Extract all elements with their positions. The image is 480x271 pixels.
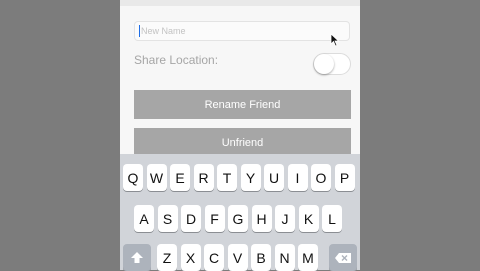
shift-key[interactable]	[123, 244, 151, 271]
key-a[interactable]: A	[134, 205, 154, 232]
key-b[interactable]: B	[251, 244, 271, 271]
key-s[interactable]: S	[157, 205, 178, 232]
key-m[interactable]: M	[298, 244, 318, 271]
key-n[interactable]: N	[274, 244, 295, 271]
on-screen-keyboard: QWERTYUIOP ASDFGHJKL ZXCVBNM	[120, 154, 360, 271]
key-f[interactable]: F	[204, 205, 225, 232]
rename-friend-button[interactable]: Rename Friend	[134, 90, 351, 119]
key-q[interactable]: Q	[123, 164, 143, 191]
unfriend-button[interactable]: Unfriend	[134, 128, 351, 157]
share-location-label: Share Location:	[134, 53, 219, 67]
key-x[interactable]: X	[180, 244, 201, 271]
key-y[interactable]: Y	[240, 164, 261, 191]
new-name-input[interactable]	[134, 21, 350, 41]
key-o[interactable]: O	[311, 164, 331, 191]
key-w[interactable]: W	[146, 164, 167, 191]
key-d[interactable]: D	[181, 205, 201, 232]
key-p[interactable]: P	[334, 164, 355, 191]
toggle-knob	[314, 54, 334, 74]
key-u[interactable]: U	[264, 164, 284, 191]
key-t[interactable]: T	[217, 164, 237, 191]
delete-key[interactable]	[329, 244, 357, 271]
key-c[interactable]: C	[204, 244, 224, 271]
key-z[interactable]: Z	[157, 244, 177, 271]
key-e[interactable]: E	[170, 164, 190, 191]
key-j[interactable]: J	[275, 205, 295, 232]
key-v[interactable]: V	[227, 244, 248, 271]
key-h[interactable]: H	[251, 205, 272, 232]
key-k[interactable]: K	[298, 205, 319, 232]
share-location-toggle[interactable]	[313, 53, 351, 75]
key-r[interactable]: R	[193, 164, 214, 191]
key-l[interactable]: L	[322, 205, 342, 232]
shift-arrow-icon	[131, 251, 143, 263]
mouse-pointer-icon	[330, 33, 340, 47]
text-caret	[139, 25, 140, 37]
delete-backspace-icon	[335, 252, 351, 263]
key-g[interactable]: G	[228, 205, 248, 232]
key-i[interactable]: I	[287, 164, 308, 191]
top-edge	[120, 0, 360, 6]
